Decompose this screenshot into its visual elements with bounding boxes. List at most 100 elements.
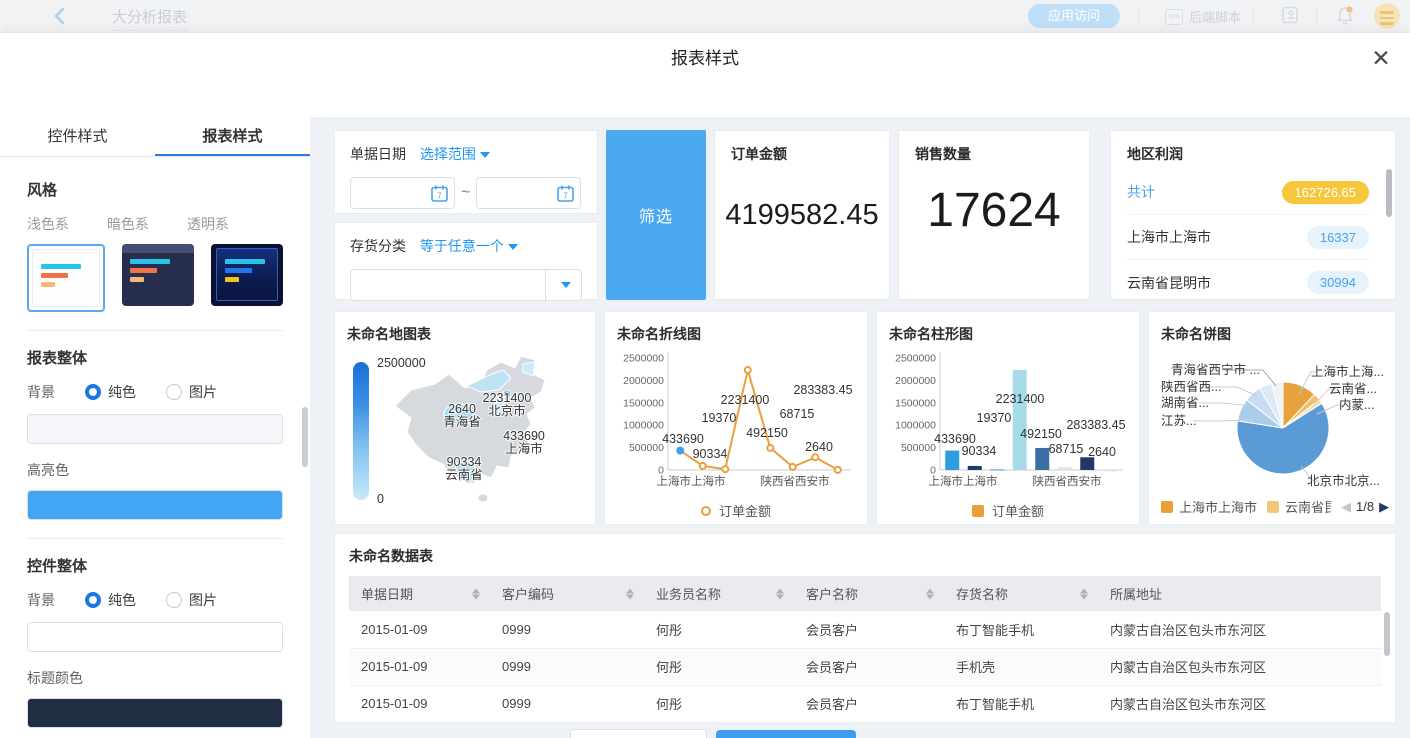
data-point[interactable] bbox=[745, 367, 751, 373]
report-bg-label: 背景 bbox=[27, 382, 85, 402]
bar[interactable] bbox=[1013, 370, 1027, 470]
china-map[interactable]: 2231400 北京市 2640 青海省 433690 上海市 90334 云南… bbox=[383, 348, 587, 516]
data-point[interactable] bbox=[700, 463, 706, 469]
chevron-down-icon bbox=[480, 152, 490, 158]
chevron-down-icon bbox=[561, 282, 571, 288]
category-operator-link[interactable]: 等于任意一个 bbox=[420, 238, 504, 254]
region-row: 上海市上海市 16337 bbox=[1127, 215, 1369, 260]
pie-label: 上海市上海... bbox=[1311, 364, 1384, 379]
table-cell: 布丁智能手机 bbox=[944, 685, 1098, 722]
y-axis-tick: 1000000 bbox=[895, 420, 936, 432]
title-color-input[interactable] bbox=[27, 698, 283, 728]
map-name-shanghai: 上海市 bbox=[505, 441, 543, 456]
table-column-header[interactable]: 存货名称 bbox=[944, 576, 1098, 611]
line-chart[interactable]: 05000001000000150000020000002500000 4336… bbox=[617, 344, 857, 494]
tab-report-style[interactable]: 报表样式 bbox=[155, 117, 310, 156]
table-scrollbar[interactable] bbox=[1384, 612, 1390, 656]
data-point[interactable] bbox=[790, 464, 796, 470]
data-point[interactable] bbox=[812, 454, 818, 460]
data-point[interactable] bbox=[767, 445, 773, 451]
date-to-input[interactable]: 7 bbox=[476, 177, 581, 209]
table-row[interactable]: 2015-01-090999何彤会员客户布丁智能手机内蒙古自治区包头市东河区 bbox=[349, 685, 1381, 722]
sort-icon[interactable] bbox=[472, 588, 480, 599]
legend-next-icon[interactable]: ▶ bbox=[1379, 499, 1389, 515]
legend-label: 订单金额 bbox=[719, 501, 771, 520]
sidebar-scrollbar[interactable] bbox=[302, 407, 308, 467]
bar-legend[interactable]: 订单金额 bbox=[889, 501, 1127, 520]
data-label: 492150 bbox=[746, 426, 788, 440]
table-column-header[interactable]: 客户名称 bbox=[794, 576, 944, 611]
bar[interactable] bbox=[1058, 467, 1072, 470]
table-cell: 内蒙古自治区包头市东河区 bbox=[1098, 685, 1381, 722]
avatar-menu-icon[interactable] bbox=[1374, 3, 1400, 29]
category-select[interactable] bbox=[350, 269, 582, 301]
sort-icon[interactable] bbox=[926, 588, 934, 599]
report-bg-solid-radio[interactable]: 纯色 bbox=[85, 382, 136, 402]
y-axis-tick: 1500000 bbox=[895, 397, 936, 409]
report-bg-image-radio[interactable]: 图片 bbox=[166, 382, 217, 402]
data-table: 单据日期客户编码业务员名称客户名称存货名称所属地址 2015-01-090999… bbox=[349, 576, 1381, 723]
line-legend[interactable]: 订单金额 bbox=[617, 501, 855, 520]
pie-label: 湖南省... bbox=[1161, 395, 1209, 410]
topbar-divider bbox=[1253, 8, 1254, 24]
table-row[interactable]: 2015-01-090999何彤会员客户手机壳内蒙古自治区包头市东河区 bbox=[349, 648, 1381, 685]
close-icon[interactable]: ✕ bbox=[1368, 46, 1394, 72]
theme-transparent-preview[interactable] bbox=[211, 244, 283, 306]
table-row[interactable]: 2015-01-090999何彤会员客户手机壳内蒙古自治区包头市东河区 bbox=[349, 722, 1381, 723]
table-title: 未命名数据表 bbox=[349, 546, 1381, 566]
date-operator-link[interactable]: 选择范围 bbox=[420, 146, 476, 162]
table-column-header[interactable]: 业务员名称 bbox=[644, 576, 794, 611]
sort-icon[interactable] bbox=[1080, 588, 1088, 599]
data-label: 283383.45 bbox=[1066, 418, 1125, 432]
widget-bg-image-radio[interactable]: 图片 bbox=[166, 590, 217, 610]
map-value-qinghai: 2640 bbox=[448, 402, 476, 416]
bar[interactable] bbox=[968, 466, 982, 470]
data-label: 2640 bbox=[805, 440, 833, 454]
tab-widget-style[interactable]: 控件样式 bbox=[0, 117, 155, 156]
card-scrollbar[interactable] bbox=[1386, 169, 1392, 217]
widget-bg-color-input[interactable] bbox=[27, 622, 283, 652]
radio-unchecked-icon bbox=[166, 592, 182, 608]
highlight-color-label: 高亮色 bbox=[27, 460, 283, 480]
date-from-input[interactable]: 7 bbox=[350, 177, 455, 209]
table-row[interactable]: 2015-01-090999何彤会员客户布丁智能手机内蒙古自治区包头市东河区 bbox=[349, 611, 1381, 648]
report-bg-color-input[interactable] bbox=[27, 414, 283, 444]
map-name-qinghai: 青海省 bbox=[443, 414, 481, 429]
bar[interactable] bbox=[945, 451, 959, 470]
bar[interactable] bbox=[1080, 457, 1094, 470]
bar[interactable] bbox=[990, 469, 1004, 471]
sort-icon[interactable] bbox=[626, 588, 634, 599]
legend-prev-icon[interactable]: ◀ bbox=[1341, 499, 1351, 515]
theme-light-preview[interactable] bbox=[27, 244, 105, 312]
bar[interactable] bbox=[1103, 470, 1117, 472]
pie-chart[interactable]: 青海省西宁市 ... 陕西省西... 湖南省... 江苏... 上海市上海...… bbox=[1161, 344, 1385, 502]
widget-bg-solid-radio[interactable]: 纯色 bbox=[85, 590, 136, 610]
app-access-button[interactable]: 应用访问 bbox=[1028, 4, 1120, 28]
select-dropdown-button[interactable] bbox=[545, 270, 581, 300]
table-cell: 2015-01-09 bbox=[349, 685, 490, 722]
theme-dark-preview[interactable] bbox=[122, 244, 194, 306]
filter-submit-button[interactable]: 筛选 bbox=[606, 130, 706, 300]
bell-icon[interactable] bbox=[1334, 5, 1356, 27]
backend-script-button[interactable]: </> 后端脚本 bbox=[1165, 7, 1241, 26]
table-cell: 会员客户 bbox=[794, 722, 944, 723]
bar[interactable] bbox=[1035, 448, 1049, 470]
table-cell: 会员客户 bbox=[794, 648, 944, 685]
sort-icon[interactable] bbox=[776, 588, 784, 599]
legend-item[interactable]: 云南省昆 bbox=[1267, 497, 1331, 516]
confirm-button-partial[interactable] bbox=[716, 730, 856, 738]
table-column-header[interactable]: 客户编码 bbox=[490, 576, 644, 611]
back-icon[interactable] bbox=[50, 6, 70, 26]
table-column-header[interactable]: 单据日期 bbox=[349, 576, 490, 611]
legend-marker-icon bbox=[1267, 501, 1279, 513]
data-point[interactable] bbox=[677, 448, 683, 454]
contact-card-icon[interactable] bbox=[1280, 5, 1300, 25]
chart-title: 未命名柱形图 bbox=[889, 324, 1127, 344]
highlight-color-input[interactable] bbox=[27, 490, 283, 520]
legend-item[interactable]: 上海市上海市 bbox=[1161, 497, 1257, 516]
data-point[interactable] bbox=[722, 466, 728, 472]
report-title[interactable]: 大分析报表 bbox=[112, 6, 187, 31]
cancel-button-partial[interactable] bbox=[570, 729, 707, 738]
bar-chart[interactable]: 05000001000000150000020000002500000 4336… bbox=[889, 344, 1129, 494]
data-point[interactable] bbox=[835, 467, 841, 473]
